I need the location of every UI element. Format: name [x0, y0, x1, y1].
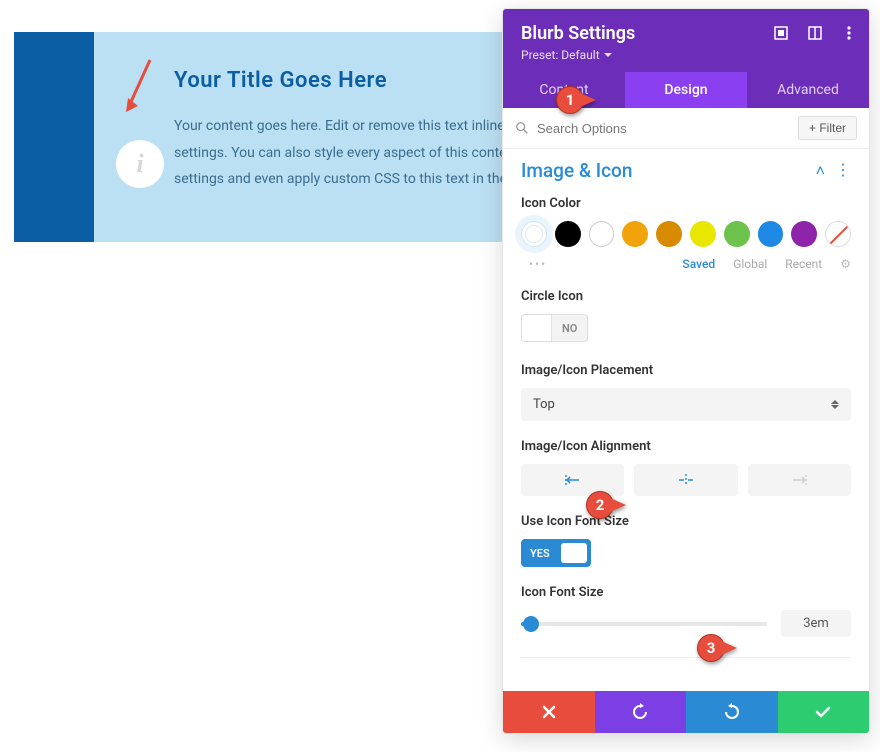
swatch-selected[interactable]	[521, 221, 547, 247]
swatch-yellow[interactable]	[690, 221, 716, 247]
use-icon-size-toggle[interactable]: YES	[521, 539, 591, 567]
placement-label: Image/Icon Placement	[521, 363, 851, 378]
more-icon[interactable]	[841, 25, 857, 41]
font-size-slider[interactable]	[521, 622, 767, 626]
align-left-button[interactable]	[521, 464, 624, 496]
panel-footer	[503, 691, 869, 733]
swatch-none[interactable]	[825, 221, 851, 247]
redo-button[interactable]	[686, 691, 778, 733]
expand-icon[interactable]	[773, 25, 789, 41]
preset-selector[interactable]: Preset: Default	[521, 48, 851, 62]
swatch-purple[interactable]	[791, 221, 817, 247]
divider	[521, 657, 851, 658]
cancel-button[interactable]	[503, 691, 595, 733]
swatch-tab-recent[interactable]: Recent	[785, 257, 822, 271]
align-right-button[interactable]	[748, 464, 851, 496]
search-icon	[515, 121, 529, 135]
alignment-label: Image/Icon Alignment	[521, 439, 851, 454]
placement-select[interactable]: Top	[521, 388, 851, 421]
circle-icon-label: Circle Icon	[521, 289, 851, 304]
icon-color-label: Icon Color	[521, 196, 851, 211]
swatch-tab-saved[interactable]: Saved	[682, 257, 715, 271]
gear-icon[interactable]: ⚙	[840, 257, 851, 271]
swatch-more-icon[interactable]: •••	[529, 257, 547, 271]
swatch-blue[interactable]	[758, 221, 784, 247]
tab-advanced[interactable]: Advanced	[747, 72, 869, 108]
column-icon[interactable]	[807, 25, 823, 41]
panel-header: Blurb Settings Preset: Default	[503, 9, 869, 72]
placement-value: Top	[533, 397, 555, 412]
section-title[interactable]: Image & Icon	[521, 159, 632, 182]
circle-icon-toggle-label: NO	[552, 322, 587, 335]
swatch-orange[interactable]	[622, 221, 648, 247]
use-icon-size-label: Use Icon Font Size	[521, 514, 851, 529]
search-input[interactable]	[537, 121, 790, 136]
swatch-white[interactable]	[589, 221, 615, 247]
blurb-stripe	[14, 32, 94, 242]
settings-panel: Blurb Settings Preset: Default Content D…	[502, 8, 870, 734]
slider-thumb[interactable]	[523, 616, 539, 632]
collapse-icon[interactable]: ˄	[816, 161, 825, 181]
section-more-icon[interactable]: ⋮	[835, 167, 851, 173]
font-size-value[interactable]: 3em	[781, 610, 851, 637]
tabs: Content Design Advanced	[503, 72, 869, 108]
info-icon: i	[116, 140, 164, 188]
filter-button[interactable]: + Filter	[798, 116, 857, 140]
color-swatches	[521, 221, 851, 247]
align-center-button[interactable]	[634, 464, 737, 496]
save-button[interactable]	[778, 691, 870, 733]
swatch-tab-global[interactable]: Global	[733, 257, 767, 271]
swatch-green[interactable]	[724, 221, 750, 247]
tab-content[interactable]: Content	[503, 72, 625, 108]
select-caret-icon	[831, 396, 839, 413]
undo-button[interactable]	[595, 691, 687, 733]
tab-design[interactable]: Design	[625, 72, 747, 108]
circle-icon-toggle[interactable]: NO	[521, 314, 588, 342]
use-icon-size-toggle-label: YES	[522, 547, 558, 560]
swatch-black[interactable]	[555, 221, 581, 247]
font-size-label: Icon Font Size	[521, 585, 851, 600]
search-row: + Filter	[503, 108, 869, 149]
swatch-amber[interactable]	[656, 221, 682, 247]
